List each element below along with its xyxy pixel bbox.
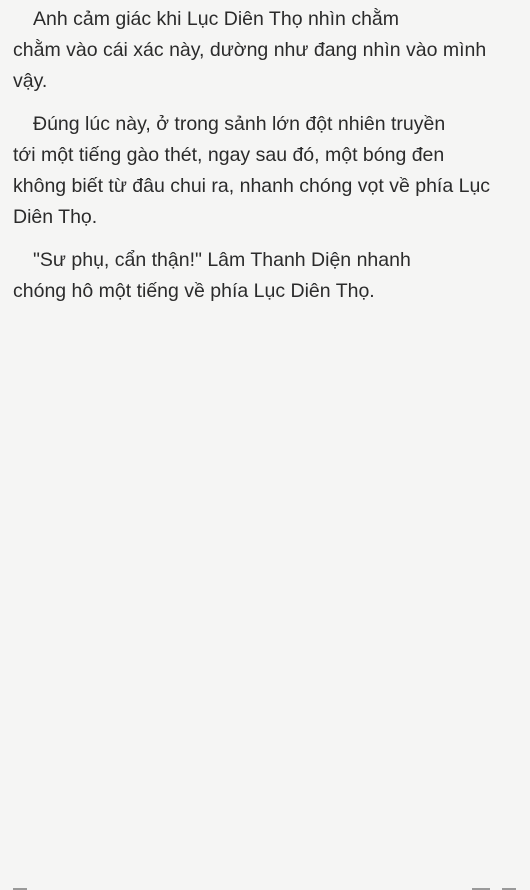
text-line: tới một tiếng gào thét, ngay sau đó, một…: [13, 144, 445, 166]
text-line: chằm vào cái xác này, dường như đang nhì…: [13, 39, 487, 61]
text-line: Anh cảm giác khi Lục Diên Thọ nhìn chằm: [33, 8, 400, 30]
paragraph-1: Anh cảm giác khi Lục Diên Thọ nhìn chằm …: [13, 4, 516, 97]
paragraph-2: Đúng lúc này, ở trong sảnh lớn đột nhiên…: [13, 109, 516, 233]
text-line: "Sư phụ, cẩn thận!" Lâm Thanh Diện nhanh: [33, 249, 411, 271]
text-line: Diên Thọ.: [13, 206, 98, 228]
paragraph-3: "Sư phụ, cẩn thận!" Lâm Thanh Diện nhanh…: [13, 245, 516, 307]
text-line: chóng hô một tiếng về phía Lục Diên Thọ.: [13, 280, 375, 302]
reader-content: Anh cảm giác khi Lục Diên Thọ nhìn chằm …: [13, 4, 516, 319]
text-line: vậy.: [13, 70, 48, 92]
text-line: Đúng lúc này, ở trong sảnh lớn đột nhiên…: [33, 113, 446, 135]
text-line: không biết từ đâu chui ra, nhanh chóng v…: [13, 175, 491, 197]
